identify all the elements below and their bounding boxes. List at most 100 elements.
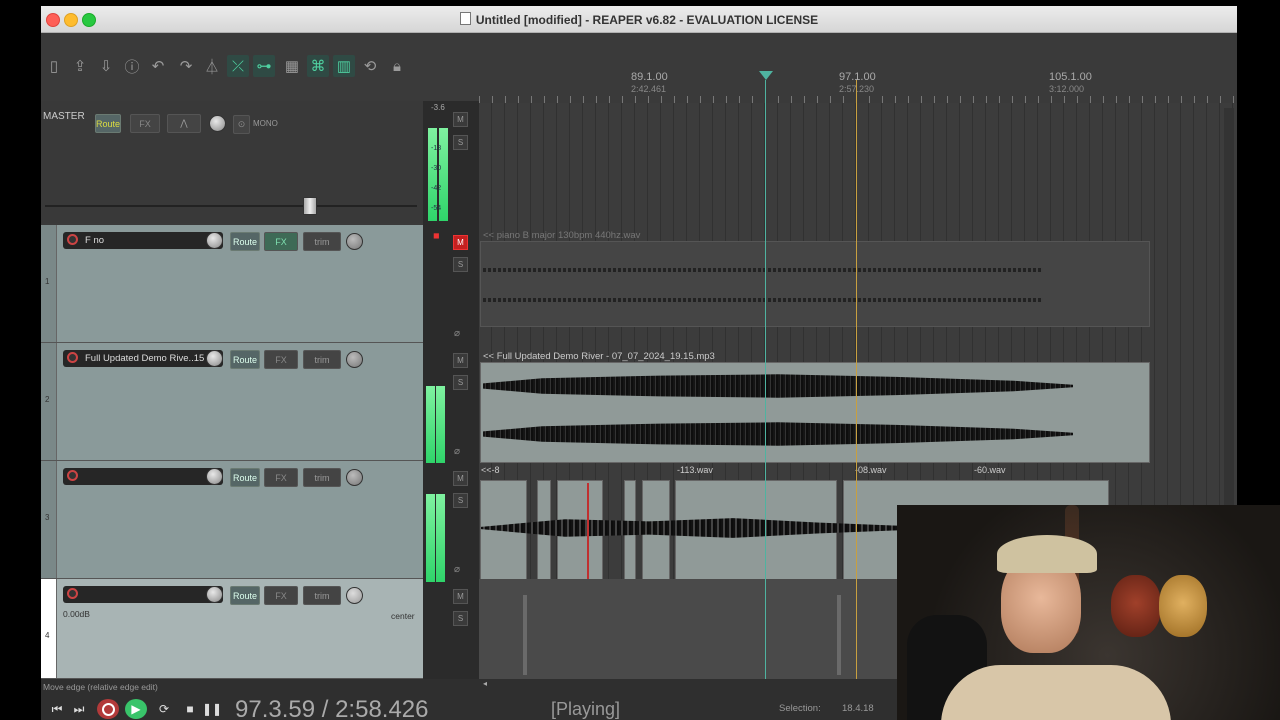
meter-column: -3.6 -18 -30 -42 -54 M S M ◼ S ⌀ M S ⌀ M…	[423, 101, 479, 679]
track2-mute-button[interactable]: M	[453, 353, 468, 368]
grid-icon[interactable]: ▦	[281, 55, 303, 77]
record-button[interactable]	[97, 699, 119, 719]
person-shirt-image	[941, 665, 1171, 720]
ruler-mark-bar: 97.1.00	[839, 71, 876, 83]
track4-solo-button[interactable]: S	[453, 611, 468, 626]
snap-icon[interactable]: ▥	[333, 55, 355, 77]
go-to-end-icon[interactable]: ⏭	[68, 699, 90, 719]
track-lane-1[interactable]: << piano B major 130bpm 440hz.wav	[479, 225, 1237, 343]
record-arm-button[interactable]	[67, 470, 78, 481]
track1-solo-button[interactable]: S	[453, 257, 468, 272]
volume-knob[interactable]	[206, 232, 223, 249]
volume-knob[interactable]	[206, 350, 223, 367]
media-item[interactable]	[523, 595, 527, 675]
trim-button[interactable]: trim	[303, 586, 341, 605]
timeline-ruler[interactable]: 89.1.00 2:42.461 97.1.00 2:57.230 105.1.…	[479, 48, 1237, 103]
track1-mute-button[interactable]: M	[453, 235, 468, 250]
item-label: <<-8	[481, 465, 500, 475]
save-icon[interactable]: ⇩	[95, 55, 117, 77]
pan-knob[interactable]	[346, 233, 363, 250]
repeat-icon[interactable]: ⟳	[153, 699, 175, 719]
track-panel-4[interactable]: 4 Route FX trim 0.00dB center	[41, 579, 423, 679]
master-phase-button[interactable]: ⊙	[233, 115, 250, 134]
route-button[interactable]: Route	[230, 586, 260, 605]
track-name-box[interactable]	[63, 586, 223, 603]
trim-label: trim	[314, 590, 330, 601]
track-number: 3	[41, 461, 57, 578]
trim-button[interactable]: trim	[303, 350, 341, 369]
track3-phase-icon[interactable]: ⌀	[454, 564, 460, 575]
waveform	[483, 268, 1043, 272]
play-state: [Playing]	[551, 699, 621, 719]
pan-knob[interactable]	[346, 351, 363, 368]
track-panel-2[interactable]: 2 Full Updated Demo Rive..15 Route FX tr…	[41, 343, 423, 461]
trim-button[interactable]: trim	[303, 468, 341, 487]
track-lane-2[interactable]: << Full Updated Demo River - 07_07_2024_…	[479, 343, 1237, 463]
fx-button[interactable]: FX	[264, 350, 298, 369]
playhead-marker-icon[interactable]	[759, 71, 773, 80]
fx-button[interactable]: FX	[264, 232, 298, 251]
record-arm-button[interactable]	[67, 352, 78, 363]
master-env-button[interactable]: ⋀	[167, 114, 201, 133]
track-name-box[interactable]: Full Updated Demo Rive..15	[63, 350, 223, 367]
info-icon[interactable]: ⓘ	[121, 55, 143, 77]
stop-icon[interactable]: ■	[179, 699, 201, 719]
open-icon[interactable]: ⇪	[69, 55, 91, 77]
item-label: << piano B major 130bpm 440hz.wav	[483, 230, 641, 241]
volume-knob[interactable]	[206, 468, 223, 485]
track-name-box[interactable]	[63, 468, 223, 485]
route-button[interactable]: Route	[230, 350, 260, 369]
record-arm-button[interactable]	[67, 588, 78, 599]
volume-knob[interactable]	[206, 586, 223, 603]
pan-knob[interactable]	[346, 469, 363, 486]
selection-value[interactable]: 18.4.18	[842, 703, 874, 714]
item-label: -60.wav	[974, 465, 1006, 475]
track-panel-3[interactable]: 3 Route FX trim	[41, 461, 423, 579]
lock-icon[interactable]: 🔒︎	[386, 55, 408, 77]
fx-button[interactable]: FX	[264, 468, 298, 487]
route-button[interactable]: Route	[230, 468, 260, 487]
track2-solo-button[interactable]: S	[453, 375, 468, 390]
master-volume-knob[interactable]	[209, 115, 226, 132]
track3-mute-button[interactable]: M	[453, 471, 468, 486]
track2-phase-icon[interactable]: ⌀	[454, 446, 460, 457]
master-fader[interactable]	[303, 197, 317, 215]
play-button[interactable]: ▶	[125, 699, 147, 719]
status-hint: Move edge (relative edge edit)	[43, 682, 158, 692]
loop-icon[interactable]: ⟲	[359, 55, 381, 77]
playhead-line	[765, 80, 766, 680]
ruler-mark-time: 3:12.000	[1049, 84, 1085, 94]
new-file-icon[interactable]: ▯	[43, 55, 65, 77]
master-route-button[interactable]: Route	[95, 114, 121, 133]
trim-label: trim	[314, 236, 330, 247]
pause-icon[interactable]: ❚❚	[201, 699, 223, 719]
window-title: Untitled [modified] - REAPER v6.82 - EVA…	[41, 12, 1237, 27]
master-mono-label[interactable]: MONO	[253, 119, 278, 128]
master-solo-button[interactable]: S	[453, 135, 468, 150]
master-mute-button[interactable]: M	[453, 112, 468, 127]
route-button[interactable]: Route	[230, 232, 260, 251]
fx-button[interactable]: FX	[264, 586, 298, 605]
pan-knob[interactable]	[346, 587, 363, 604]
track4-mute-button[interactable]: M	[453, 589, 468, 604]
scroll-left-icon[interactable]: ◂	[483, 679, 487, 688]
trim-button[interactable]: trim	[303, 232, 341, 251]
record-arm-button[interactable]	[67, 234, 78, 245]
track1-phase-icon[interactable]: ⌀	[454, 328, 460, 339]
redo-icon[interactable]: ↷	[175, 55, 197, 77]
media-item[interactable]: << piano B major 130bpm 440hz.wav	[480, 230, 1150, 327]
track-number-text: 3	[45, 513, 50, 522]
undo-icon[interactable]: ↶	[147, 55, 169, 77]
track-panel-1[interactable]: 1 F no Route FX trim	[41, 225, 423, 343]
envelope-link-icon[interactable]: ⌘	[307, 55, 329, 77]
master-fx-button[interactable]: FX	[130, 114, 160, 133]
metronome-icon[interactable]: ⏃	[201, 55, 223, 77]
ripple-icon[interactable]: ⤫	[227, 55, 249, 77]
link-icon[interactable]: ⊶	[253, 55, 275, 77]
media-item[interactable]	[837, 595, 841, 675]
track3-solo-button[interactable]: S	[453, 493, 468, 508]
go-to-start-icon[interactable]: ⏮	[46, 699, 68, 719]
track-name-box[interactable]: F no	[63, 232, 223, 249]
track3-meter-right	[436, 494, 445, 582]
media-item[interactable]: << Full Updated Demo River - 07_07_2024_…	[480, 351, 1150, 463]
